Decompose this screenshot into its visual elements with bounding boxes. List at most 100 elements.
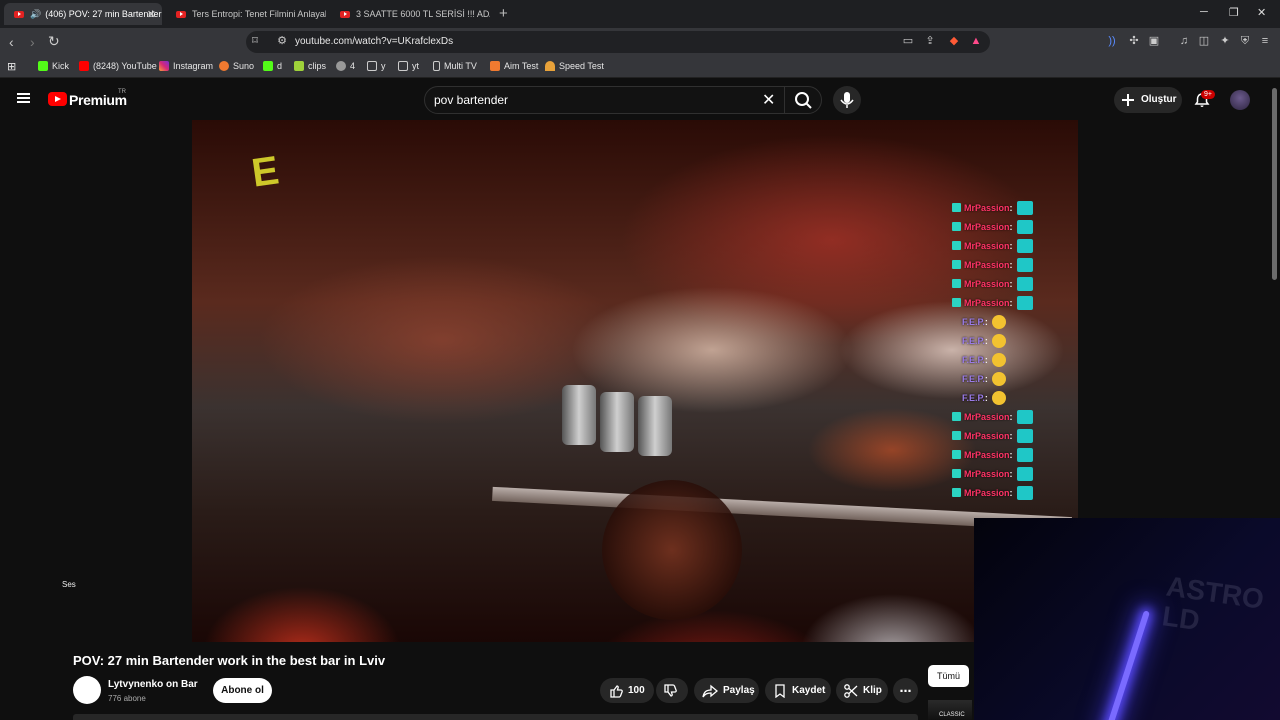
bookmark-folder-y[interactable]: y <box>367 61 386 71</box>
window-close-icon[interactable]: ✕ <box>1257 6 1266 19</box>
bookmark-folder-yt[interactable]: yt <box>398 61 419 71</box>
bookmark-clips[interactable]: clips <box>294 61 326 71</box>
rewards-icon[interactable]: ▲ <box>970 35 982 47</box>
browser-tab[interactable]: Ters Entropi: Tenet Filmini Anlayabild <box>166 3 326 25</box>
region-code: TR <box>118 89 126 95</box>
bookmark-4[interactable]: 4 <box>336 61 355 71</box>
extensions-icon[interactable]: ✣ <box>1128 35 1140 47</box>
minimize-icon[interactable]: ─ <box>1200 6 1208 18</box>
sidebar-icon[interactable]: ▣ <box>1148 35 1160 47</box>
more-actions-button[interactable]: ⋯ <box>893 678 918 703</box>
emote-icon <box>1016 295 1033 310</box>
subscribe-button[interactable]: Abone ol <box>213 678 272 703</box>
chat-badge-icon <box>952 469 961 478</box>
screenshot-icon[interactable]: ▭ <box>902 35 914 47</box>
folder-icon <box>398 61 408 71</box>
share-icon[interactable]: ⇪ <box>924 35 936 47</box>
browser-menu-icon[interactable]: ≡ <box>1259 35 1271 47</box>
video-frame-can <box>562 385 596 445</box>
aim-test-icon <box>490 61 500 71</box>
wallet-icon[interactable]: ◫ <box>1198 35 1210 47</box>
bookmark-aimtest[interactable]: Aim Test <box>490 61 538 71</box>
bookmark-save-icon <box>775 683 785 698</box>
brave-shield-icon[interactable]: ◆ <box>948 35 960 47</box>
description-box[interactable] <box>73 714 918 720</box>
video-frame-can <box>638 396 672 456</box>
like-button[interactable]: 100 <box>600 678 654 703</box>
bookmark-icon[interactable]: ⌑ <box>249 35 261 47</box>
chat-message: MrPassion: <box>952 464 1072 483</box>
folder-icon <box>367 61 377 71</box>
globe-icon <box>336 61 346 71</box>
filter-chip-all[interactable]: Tümü <box>928 665 969 687</box>
chat-overlay: MrPassion: MrPassion: MrPassion: MrPassi… <box>952 198 1072 502</box>
new-tab-icon[interactable]: + <box>499 5 508 22</box>
clips-icon <box>294 61 304 71</box>
volume-label[interactable]: Ses <box>62 580 76 589</box>
chat-message: F.E.P.: <box>952 312 1072 331</box>
emote-icon <box>991 371 1006 386</box>
browser-tab[interactable]: 3 SAATTE 6000 TL SERİSİ !!! ADANA <box>330 3 490 25</box>
bookmark-d[interactable]: d <box>263 61 282 71</box>
hamburger-menu-icon[interactable] <box>17 93 30 103</box>
site-settings-icon[interactable]: ⚙ <box>276 35 288 47</box>
restore-icon[interactable]: ❐ <box>1229 6 1239 19</box>
account-avatar[interactable] <box>1230 90 1250 110</box>
back-icon[interactable]: ‹ <box>9 34 14 50</box>
channel-name[interactable]: Lytvynenko on Bar <box>108 679 198 690</box>
video-frame-can <box>600 392 634 452</box>
tab-title: (406) POV: 27 min Bartender <box>45 9 162 19</box>
dislike-button[interactable] <box>656 678 688 703</box>
music-icon[interactable]: ♫ <box>1178 35 1190 47</box>
audio-icon[interactable]: )) <box>1106 35 1118 47</box>
video-player[interactable]: E <box>192 120 1078 642</box>
vpn-icon[interactable]: ⛨ <box>1239 35 1251 47</box>
url-text[interactable]: youtube.com/watch?v=UKrafclexDs <box>295 36 453 47</box>
youtube-logo-icon[interactable] <box>48 92 67 106</box>
speaker-icon[interactable]: 🔊 <box>30 9 41 20</box>
notification-badge: 9+ <box>1201 90 1215 99</box>
chat-badge-icon <box>952 431 961 440</box>
emote-icon <box>991 352 1006 367</box>
chat-message: MrPassion: <box>952 217 1072 236</box>
save-button[interactable]: Kaydet <box>765 678 831 703</box>
reload-icon[interactable]: ↻ <box>48 33 60 49</box>
search-input[interactable]: pov bartender <box>434 93 508 107</box>
speed-test-icon <box>545 61 555 71</box>
bookmark-kick[interactable]: Kick <box>38 61 69 71</box>
search-button[interactable] <box>784 86 822 114</box>
bookmark-suno[interactable]: Suno <box>219 61 254 71</box>
kick-icon <box>263 61 273 71</box>
video-title: POV: 27 min Bartender work in the best b… <box>73 653 386 668</box>
tab-close-icon[interactable]: ✕ <box>147 8 156 21</box>
chat-message: MrPassion: <box>952 236 1072 255</box>
voice-search-button[interactable] <box>833 86 861 114</box>
forward-icon[interactable]: › <box>30 34 35 50</box>
leo-ai-icon[interactable]: ✦ <box>1219 35 1231 47</box>
clip-button[interactable]: Klip <box>836 678 888 703</box>
chat-message: MrPassion: <box>952 407 1072 426</box>
apps-grid-icon[interactable]: ⊞ <box>7 60 16 73</box>
like-count: 100 <box>628 685 645 696</box>
page-icon <box>433 61 440 71</box>
bookmark-speedtest[interactable]: Speed Test <box>545 61 604 71</box>
light-saber <box>1104 610 1150 720</box>
emote-icon <box>1016 257 1033 272</box>
chat-badge-icon <box>952 488 961 497</box>
emote-icon <box>1016 485 1033 500</box>
bookmark-youtube[interactable]: (8248) YouTube <box>79 61 157 71</box>
chat-badge-icon <box>952 279 961 288</box>
channel-avatar[interactable] <box>73 676 101 704</box>
tab-title: 3 SAATTE 6000 TL SERİSİ !!! ADANA <box>356 9 490 19</box>
emote-icon <box>991 333 1006 348</box>
browser-tab-active[interactable]: 🔊 (406) POV: 27 min Bartender ✕ <box>4 3 162 25</box>
bookmark-multitv[interactable]: Multi TV <box>433 61 477 71</box>
bookmark-instagram[interactable]: Instagram <box>159 61 213 71</box>
thumbs-down-icon <box>664 683 677 697</box>
microphone-icon <box>840 92 854 108</box>
page-scrollbar[interactable] <box>1272 88 1277 280</box>
recommended-thumbnail[interactable]: CLASSIC <box>928 700 972 720</box>
clear-search-icon[interactable]: ✕ <box>762 90 775 110</box>
create-label[interactable]: Oluştur <box>1141 94 1177 105</box>
share-button[interactable]: Paylaş <box>694 678 759 703</box>
